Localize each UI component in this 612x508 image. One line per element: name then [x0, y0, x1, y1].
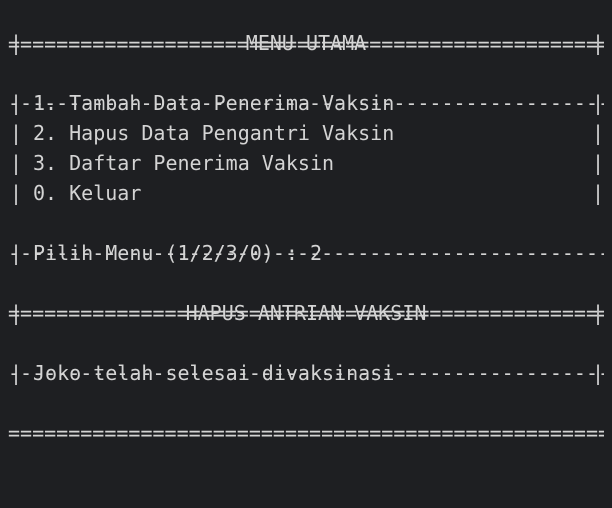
border-right: | — [592, 151, 605, 175]
border-left: | — [10, 121, 23, 145]
rule-text: ========================================… — [8, 421, 604, 445]
menu-title: MENU UTAMA — [245, 31, 367, 55]
border-right: | — [592, 121, 605, 145]
menu-item-daftar: 3. Daftar Penerima Vaksin — [33, 151, 335, 175]
single-rule-3: ----------------------------------------… — [0, 328, 612, 385]
border-right: | — [592, 31, 605, 55]
single-rule-1: ----------------------------------------… — [0, 58, 612, 115]
double-rule-bottom: ========================================… — [0, 388, 612, 445]
border-left: | — [10, 361, 23, 385]
double-rule-top: ========================================… — [0, 0, 612, 56]
section-title: HAPUS ANTRIAN VAKSIN — [185, 301, 427, 325]
border-left: | — [10, 91, 23, 115]
border-right: | — [592, 91, 605, 115]
menu-item-hapus: 2. Hapus Data Pengantri Vaksin — [33, 121, 395, 145]
menu-item-row: | 1. Tambah Data Penerima Vaksin | — [0, 88, 612, 118]
border-right: | — [592, 181, 605, 205]
border-left: | — [10, 301, 23, 325]
border-left: | — [10, 31, 23, 55]
border-right: | — [592, 361, 605, 385]
border-left: | — [10, 241, 23, 265]
menu-title-row: | MENU UTAMA | — [0, 28, 612, 58]
double-rule-mid: ========================================… — [0, 268, 612, 325]
prompt-row[interactable]: | Pilih Menu (1/2/3/0) : 2 — [0, 238, 612, 268]
single-rule-2: ----------------------------------------… — [0, 208, 612, 265]
menu-item-row: | 0. Keluar | — [0, 178, 612, 208]
menu-item-keluar: 0. Keluar — [33, 181, 142, 205]
border-left: | — [10, 151, 23, 175]
result-row: | Joko telah selesai divaksinasi | — [0, 358, 612, 388]
menu-prompt-input[interactable]: Pilih Menu (1/2/3/0) : 2 — [33, 238, 322, 268]
menu-item-row: | 3. Daftar Penerima Vaksin | — [0, 148, 612, 178]
menu-item-row: | 2. Hapus Data Pengantri Vaksin | — [0, 118, 612, 148]
menu-item-tambah: 1. Tambah Data Penerima Vaksin — [33, 91, 395, 115]
result-message: Joko telah selesai divaksinasi — [33, 361, 395, 385]
border-left: | — [10, 181, 23, 205]
border-right: | — [592, 301, 605, 325]
section-title-row: | HAPUS ANTRIAN VAKSIN | — [0, 298, 612, 328]
terminal-window[interactable]: ========================================… — [0, 0, 612, 445]
